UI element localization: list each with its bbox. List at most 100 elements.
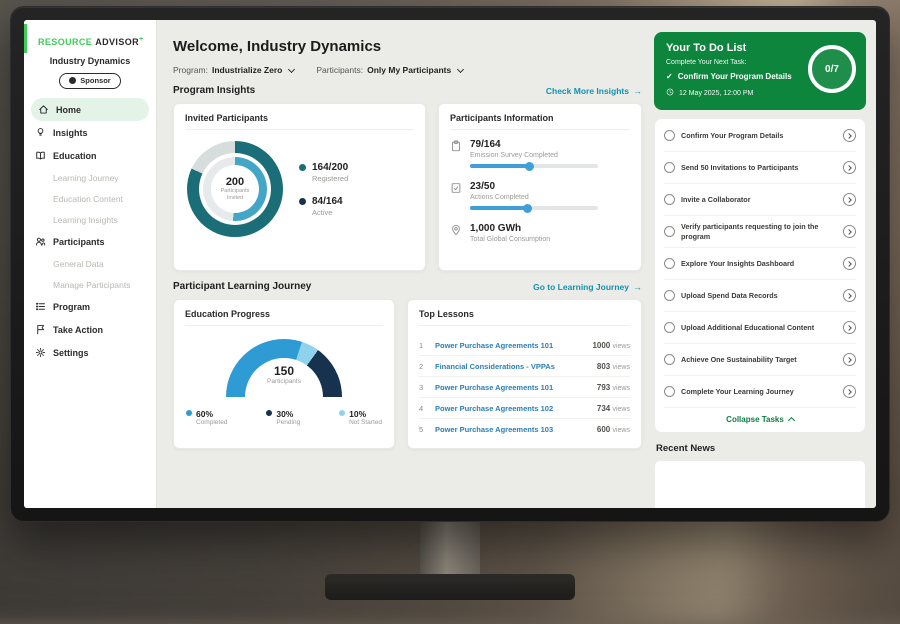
sidebar-item-label: Manage Participants xyxy=(53,280,131,290)
task-chevron-icon[interactable] xyxy=(843,225,856,238)
legend-item-not-started: 10% Not Started xyxy=(339,409,382,426)
task-checkbox[interactable] xyxy=(664,162,675,173)
task-chevron-icon[interactable] xyxy=(843,289,856,302)
task-checkbox[interactable] xyxy=(664,130,675,141)
task-label: Invite a Collaborator xyxy=(681,195,837,205)
sidebar-item-label: Participants xyxy=(53,237,105,247)
task-checkbox[interactable] xyxy=(664,290,675,301)
lesson-row: 2 Financial Considerations - VPPAs 803 v… xyxy=(419,356,630,377)
chevron-down-icon xyxy=(288,65,295,72)
task-checkbox[interactable] xyxy=(664,226,675,237)
sidebar-item-education-content[interactable]: Education Content xyxy=(24,188,156,209)
task-chevron-icon[interactable] xyxy=(843,193,856,206)
task-checkbox[interactable] xyxy=(664,258,675,269)
task-chevron-icon[interactable] xyxy=(843,129,856,142)
collapse-tasks-label: Collapse Tasks xyxy=(726,415,784,424)
todo-progress-ring: 0/7 xyxy=(808,45,856,93)
sidebar-item-learning-insights[interactable]: Learning Insights xyxy=(24,209,156,230)
task-label: Send 50 Invitations to Participants xyxy=(681,163,837,173)
check-icon: ✓ xyxy=(666,72,673,82)
flag-icon xyxy=(35,324,46,335)
recent-news-card xyxy=(654,460,866,508)
lesson-link[interactable]: Power Purchase Agreements 101 xyxy=(435,383,589,392)
legend-value: 30% xyxy=(276,409,300,419)
stat-value: 23/50 xyxy=(470,181,598,192)
task-label: Verify participants requesting to join t… xyxy=(681,222,837,242)
program-filter[interactable]: Program: Industrialize Zero xyxy=(173,65,294,75)
sidebar-item-home[interactable]: Home xyxy=(31,98,149,121)
task-chevron-icon[interactable] xyxy=(843,353,856,366)
task-row[interactable]: Confirm Your Program Details xyxy=(664,120,856,152)
book-icon xyxy=(35,150,46,161)
sidebar-item-manage-participants[interactable]: Manage Participants xyxy=(24,274,156,295)
check-more-insights-link[interactable]: Check More Insights → xyxy=(546,86,642,96)
arrow-right-icon: → xyxy=(633,282,642,292)
task-checkbox[interactable] xyxy=(664,322,675,333)
sidebar-nav: Home Insights Education Learning Journey… xyxy=(24,98,156,364)
program-filter-value: Industrialize Zero xyxy=(212,65,282,75)
sidebar-item-learning-journey[interactable]: Learning Journey xyxy=(24,167,156,188)
sidebar-item-general-data[interactable]: General Data xyxy=(24,253,156,274)
task-chevron-icon[interactable] xyxy=(843,321,856,334)
people-icon xyxy=(35,236,46,247)
task-checkbox[interactable] xyxy=(664,354,675,365)
sponsor-icon xyxy=(69,77,76,84)
lesson-link[interactable]: Power Purchase Agreements 102 xyxy=(435,404,589,413)
task-row[interactable]: Achieve One Sustainability Target xyxy=(664,344,856,376)
card-title: Participants Information xyxy=(450,113,630,130)
sidebar-item-label: Program xyxy=(53,302,90,312)
task-row[interactable]: Upload Spend Data Records xyxy=(664,280,856,312)
todo-progress-value: 0/7 xyxy=(825,64,839,75)
go-to-learning-journey-link[interactable]: Go to Learning Journey → xyxy=(533,282,642,292)
sidebar-item-participants[interactable]: Participants xyxy=(24,230,156,253)
todo-summary-card: Your To Do List Complete Your Next Task:… xyxy=(654,32,866,110)
lesson-views: 600 views xyxy=(597,425,630,434)
lesson-views: 793 views xyxy=(597,383,630,392)
legend-item-pending: 30% Pending xyxy=(266,409,300,426)
todo-column: Your To Do List Complete Your Next Task:… xyxy=(654,20,876,508)
lesson-link[interactable]: Power Purchase Agreements 103 xyxy=(435,425,589,434)
progress-bar xyxy=(470,164,598,168)
lesson-link[interactable]: Power Purchase Agreements 101 xyxy=(435,341,584,350)
lesson-link[interactable]: Financial Considerations - VPPAs xyxy=(435,362,589,371)
lesson-rank: 5 xyxy=(419,425,427,434)
sidebar-item-education[interactable]: Education xyxy=(24,144,156,167)
participants-filter[interactable]: Participants: Only My Participants xyxy=(316,65,463,75)
progress-bar xyxy=(470,206,598,210)
progress-fill xyxy=(470,206,529,210)
collapse-tasks-button[interactable]: Collapse Tasks xyxy=(664,408,856,430)
lesson-views: 1000 views xyxy=(592,341,630,350)
task-checkbox[interactable] xyxy=(664,386,675,397)
monitor-bezel: RESOURCE ADVISOR+ Industry Dynamics Spon… xyxy=(10,6,890,522)
sidebar-item-take-action[interactable]: Take Action xyxy=(24,318,156,341)
todo-next-task[interactable]: ✓ Confirm Your Program Details xyxy=(666,72,794,82)
task-chevron-icon[interactable] xyxy=(843,257,856,270)
task-chevron-icon[interactable] xyxy=(843,161,856,174)
sponsor-badge[interactable]: Sponsor xyxy=(59,73,120,89)
brand-secondary: ADVISOR+ xyxy=(95,36,143,47)
task-row[interactable]: Complete Your Learning Journey xyxy=(664,376,856,408)
task-row[interactable]: Verify participants requesting to join t… xyxy=(664,216,856,248)
sidebar-item-insights[interactable]: Insights xyxy=(24,121,156,144)
lesson-rank: 1 xyxy=(419,341,427,350)
section-title-learning-journey: Participant Learning Journey xyxy=(173,281,311,292)
participants-filter-value: Only My Participants xyxy=(367,65,451,75)
task-checkbox[interactable] xyxy=(664,194,675,205)
task-row[interactable]: Invite a Collaborator xyxy=(664,184,856,216)
home-icon xyxy=(38,104,49,115)
task-row[interactable]: Explore Your Insights Dashboard xyxy=(664,248,856,280)
legend-dot xyxy=(186,410,192,416)
recent-news-title: Recent News xyxy=(656,443,864,454)
task-chevron-icon[interactable] xyxy=(843,385,856,398)
task-row[interactable]: Upload Additional Educational Content xyxy=(664,312,856,344)
task-row[interactable]: Send 50 Invitations to Participants xyxy=(664,152,856,184)
gauge-center-label: Participants xyxy=(226,378,342,385)
sidebar-item-program[interactable]: Program xyxy=(24,295,156,318)
section-title-program-insights: Program Insights xyxy=(173,85,255,96)
learning-journey-header: Participant Learning Journey Go to Learn… xyxy=(173,281,642,292)
sidebar-item-settings[interactable]: Settings xyxy=(24,341,156,364)
lesson-row: 5 Power Purchase Agreements 103 600 view… xyxy=(419,419,630,439)
legend-value: 10% xyxy=(349,409,382,419)
lesson-rank: 2 xyxy=(419,362,427,371)
stat-value: 79/164 xyxy=(470,139,598,150)
